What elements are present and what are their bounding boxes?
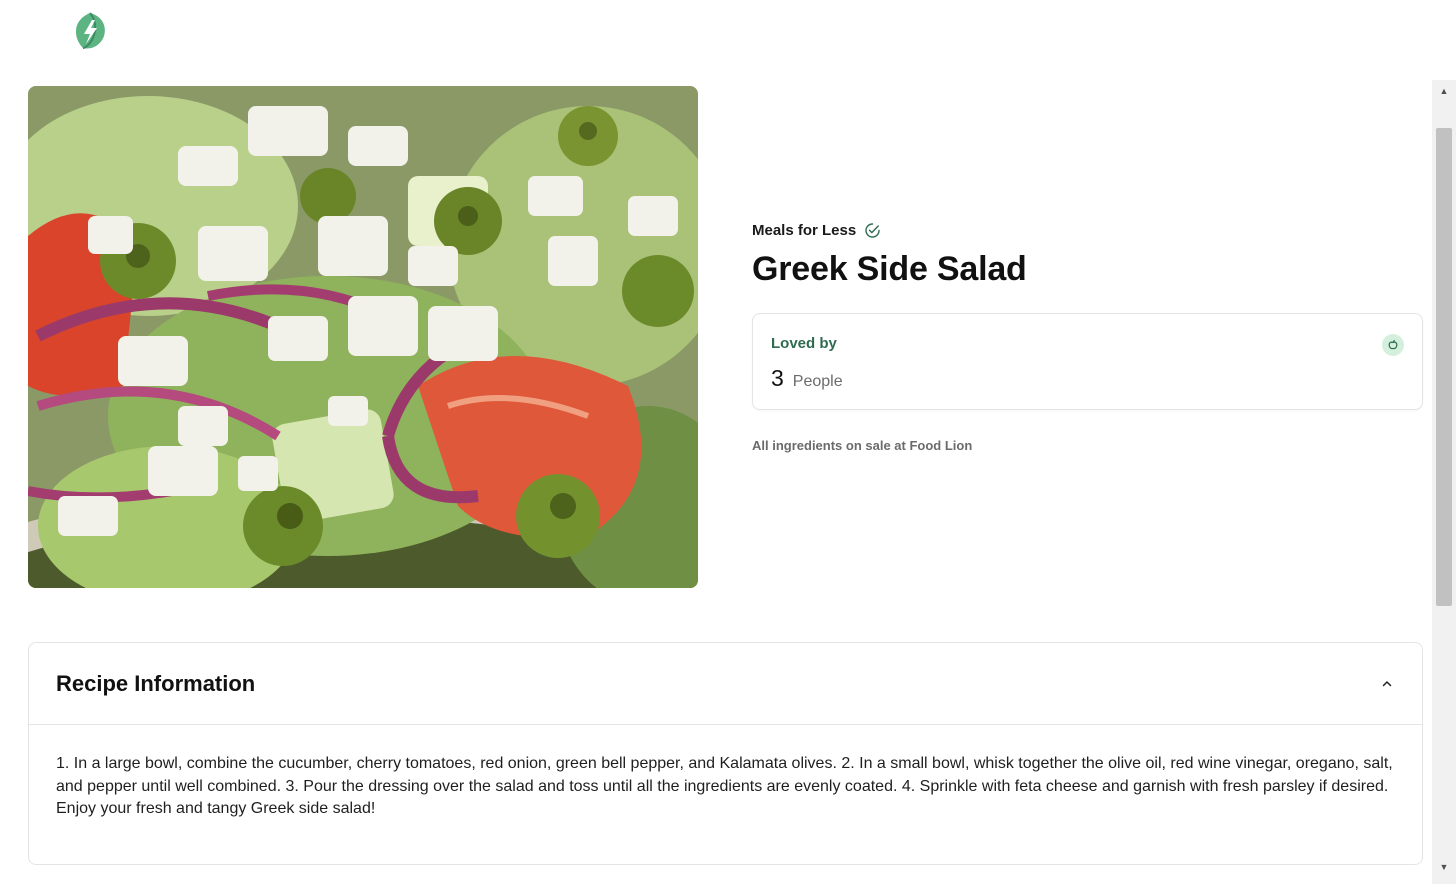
brand-row: Meals for Less [752, 220, 1422, 240]
recipe-title: Greek Side Salad [752, 250, 1027, 288]
scroll-up-arrow-icon[interactable]: ▲ [1432, 82, 1456, 100]
recipe-instructions: 1. In a large bowl, combine the cucumber… [56, 755, 1393, 817]
loved-count: 3 [771, 365, 784, 391]
scroll-thumb[interactable] [1436, 128, 1452, 606]
recipe-information-title: Recipe Information [56, 670, 256, 696]
sale-note: All ingredients on sale at Food Lion [752, 438, 973, 453]
recipe-information-panel: Recipe Information 1. In a large bowl, c… [28, 642, 1423, 865]
loved-unit: People [792, 373, 843, 390]
recipe-image [28, 86, 698, 588]
brand-name[interactable]: Meals for Less [752, 222, 856, 239]
verified-check-icon [864, 222, 881, 239]
page-scrollbar[interactable]: ▲ ▼ [1432, 80, 1456, 884]
recipe-information-toggle[interactable]: Recipe Information [29, 643, 1422, 725]
recipe-page: Meals for Less Greek Side Salad Loved by… [0, 0, 1456, 884]
loved-by-card: Loved by 3 People [752, 313, 1423, 410]
loved-by-label: Loved by [771, 335, 837, 352]
loved-count-row: 3 People [771, 365, 843, 392]
app-logo-icon[interactable] [70, 10, 110, 52]
recipe-info: Meals for Less Greek Side Salad [752, 220, 1422, 289]
chevron-up-icon[interactable] [1380, 677, 1394, 691]
apple-icon [1382, 334, 1404, 356]
scroll-down-arrow-icon[interactable]: ▼ [1432, 858, 1456, 876]
